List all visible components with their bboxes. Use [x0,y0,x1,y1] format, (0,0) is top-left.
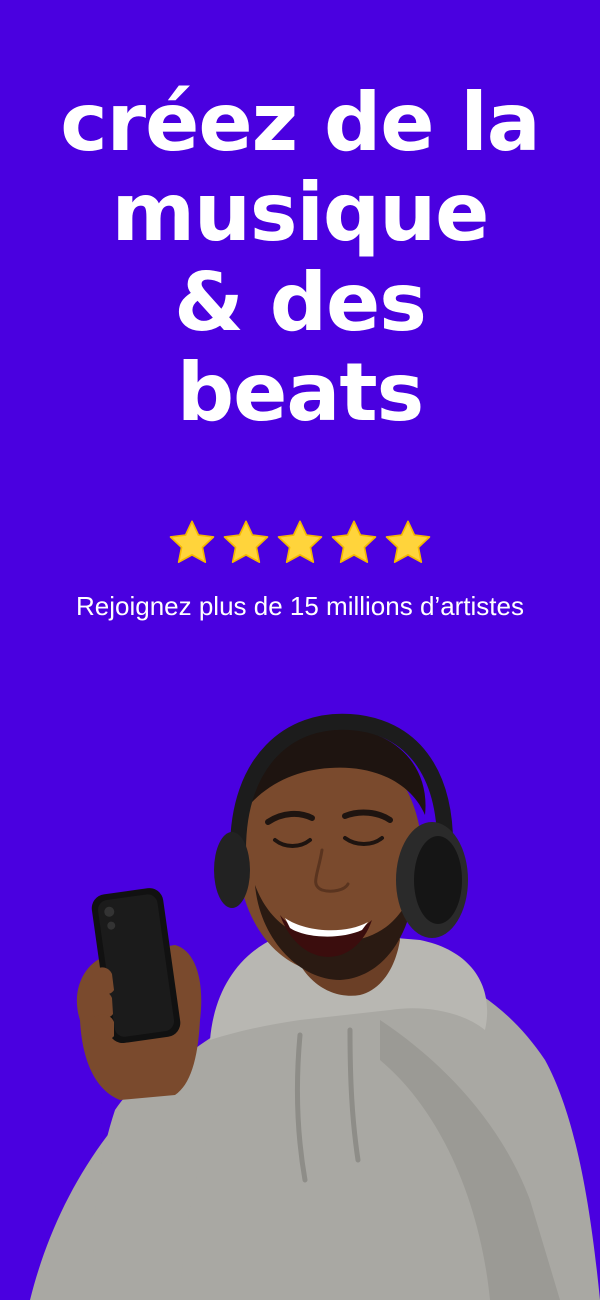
app-store-screenshot: créez de la musique & des beats Rejoigne… [0,0,600,1300]
man-with-headphones-illustration [30,713,600,1300]
hero-image [0,640,600,1300]
headline: créez de la musique & des beats [0,78,600,438]
headphones-left-cup [214,832,250,908]
headline-line-2: musique [111,166,490,259]
star-rating [0,518,600,572]
headline-line-1: créez de la [60,76,541,169]
tagline: Rejoignez plus de 15 millions d’artistes [75,591,524,621]
star-icon [169,520,215,563]
headline-line-3: & des [174,256,427,349]
star-icon [277,520,323,563]
star-icon [385,520,431,563]
star-icon [331,520,377,563]
headline-line-4: beats [176,346,424,439]
star-icon [223,520,269,563]
